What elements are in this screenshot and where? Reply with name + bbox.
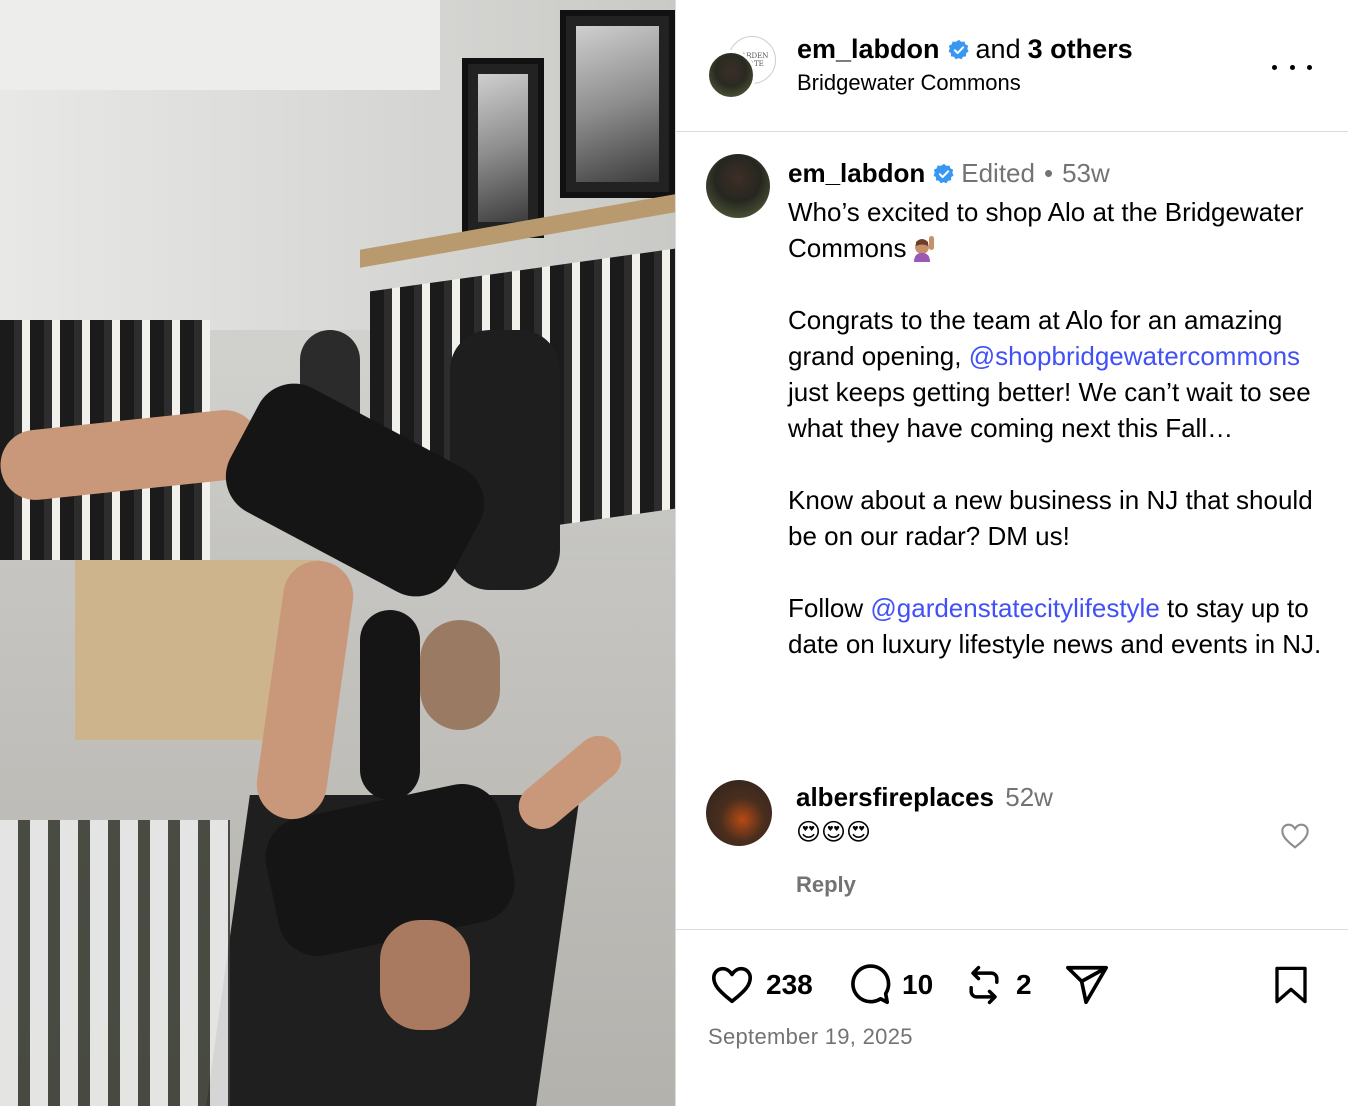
caption-avatar[interactable] bbox=[706, 154, 770, 218]
more-dot bbox=[1272, 64, 1277, 70]
caption-paragraph: Know about a new business in NJ that sho… bbox=[788, 485, 1313, 551]
verified-badge-icon bbox=[933, 163, 954, 183]
base-performer-head bbox=[380, 920, 470, 1030]
comment-icon[interactable] bbox=[846, 962, 892, 1008]
share-action[interactable] bbox=[1064, 962, 1110, 1008]
more-dot bbox=[1289, 64, 1295, 70]
caption-time[interactable]: 53w bbox=[1062, 158, 1110, 189]
collab-avatars[interactable]: GARDEN STATE bbox=[706, 36, 776, 102]
repost-icon[interactable] bbox=[962, 962, 1006, 1008]
caption-para2-text-end: just keeps getting better! We can’t wait… bbox=[788, 377, 1311, 443]
comment-action[interactable]: 10 bbox=[846, 962, 933, 1008]
post-actions: 238 10 2 September 19, 2025 bbox=[676, 929, 1348, 1106]
comment-item: albersfireplaces 52w 😍😍😍 Reply bbox=[706, 778, 1346, 908]
repost-count[interactable]: 2 bbox=[1016, 969, 1032, 1001]
more-dot bbox=[1307, 64, 1312, 70]
comment-header: albersfireplaces 52w bbox=[796, 782, 1053, 813]
wall-photo-frame bbox=[560, 10, 675, 198]
performer-arm bbox=[360, 610, 420, 800]
comment-count[interactable]: 10 bbox=[902, 969, 933, 1001]
mention-link[interactable]: @shopbridgewatercommons bbox=[969, 341, 1300, 371]
comment-text: 😍😍😍 bbox=[796, 819, 872, 846]
post-date[interactable]: September 19, 2025 bbox=[708, 1024, 913, 1050]
header-authors: em_labdon and 3 others bbox=[797, 34, 1133, 65]
more-options-icon[interactable] bbox=[1272, 52, 1312, 82]
save-action[interactable] bbox=[1270, 962, 1312, 1008]
reply-button[interactable]: Reply bbox=[796, 872, 856, 898]
performer-head bbox=[420, 620, 500, 730]
accessory-display bbox=[0, 820, 230, 1106]
share-icon[interactable] bbox=[1064, 962, 1110, 1008]
header-and-text: and bbox=[975, 34, 1021, 64]
caption-header: em_labdon Edited • 53w bbox=[788, 158, 1110, 189]
caption-paragraph: Follow @gardenstatecitylifestyle to stay… bbox=[788, 590, 1328, 662]
header-username[interactable]: em_labdon bbox=[797, 34, 940, 65]
comment-time[interactable]: 52w bbox=[1005, 782, 1053, 812]
comment-heart-icon[interactable] bbox=[1278, 820, 1312, 852]
verified-badge-icon bbox=[948, 39, 969, 59]
wall-photo-frame bbox=[462, 58, 544, 238]
post-header: GARDEN STATE em_labdon and 3 others Brid… bbox=[676, 0, 1348, 132]
caption-text: Who’s excited to shop Alo at the Bridgew… bbox=[788, 194, 1328, 698]
like-count[interactable]: 238 bbox=[766, 969, 813, 1001]
comment-avatar[interactable] bbox=[706, 780, 772, 846]
like-action[interactable]: 238 bbox=[708, 962, 813, 1008]
mention-link[interactable]: @gardenstatecitylifestyle bbox=[870, 593, 1159, 623]
bookmark-icon[interactable] bbox=[1270, 962, 1312, 1008]
header-location[interactable]: Bridgewater Commons bbox=[797, 70, 1021, 96]
post-details-panel: GARDEN STATE em_labdon and 3 others Brid… bbox=[675, 0, 1348, 1106]
caption-para4-text: Follow bbox=[788, 593, 864, 623]
caption-para1-text: Who’s excited to shop Alo at the Bridgew… bbox=[788, 197, 1304, 263]
author-avatar[interactable] bbox=[706, 50, 756, 100]
caption-username[interactable]: em_labdon bbox=[788, 158, 925, 189]
store-ceiling bbox=[0, 0, 440, 90]
raising-hand-emoji-icon bbox=[914, 236, 935, 262]
header-others-link[interactable]: 3 others bbox=[1028, 34, 1133, 65]
comment-username[interactable]: albersfireplaces bbox=[796, 782, 994, 812]
post-media-image[interactable] bbox=[0, 0, 675, 1106]
caption-paragraph: Congrats to the team at Alo for an amazi… bbox=[788, 302, 1328, 446]
shopper-figure bbox=[450, 330, 560, 590]
repost-action[interactable]: 2 bbox=[962, 962, 1032, 1008]
caption-paragraph: Who’s excited to shop Alo at the Bridgew… bbox=[788, 194, 1328, 266]
separator-dot: • bbox=[1043, 158, 1054, 188]
heart-icon[interactable] bbox=[708, 962, 756, 1008]
edited-label: Edited bbox=[961, 158, 1035, 188]
